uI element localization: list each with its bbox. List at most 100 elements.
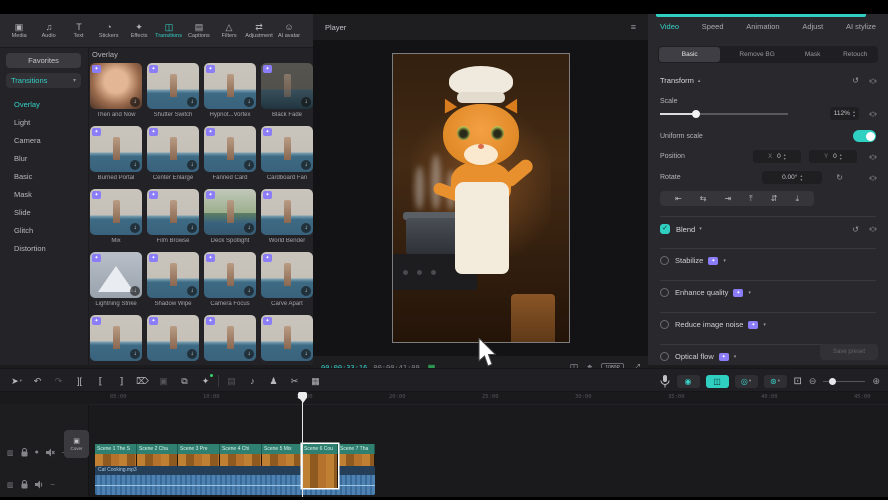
snapping[interactable]: ◎ ▾ [735, 375, 758, 388]
smart-edit[interactable]: ✦ ▾ [197, 372, 214, 390]
download-icon[interactable]: ↓ [187, 223, 197, 233]
timeline-clip-scene-6-cou[interactable]: Scene 6 Cou [302, 444, 338, 488]
save-preset-button[interactable]: Save preset [820, 344, 878, 360]
stepper[interactable]: ▴ ▾ [784, 153, 786, 160]
position-x-field[interactable]: X 0 ▴ ▾ [753, 150, 801, 163]
download-icon[interactable]: ↓ [130, 286, 140, 296]
audio-edit[interactable]: ♪ ▾ [244, 372, 261, 390]
align-bottom-icon[interactable]: ⤓ [795, 194, 799, 204]
transition-card-hypnot-vortex[interactable]: ✦ ↓ Hypnot...Vortex [204, 63, 256, 118]
timeline[interactable]: 05:0010:0015:0020:0025:0030:0035:0040:00… [0, 392, 888, 497]
timeline-zoom-slider[interactable] [823, 376, 865, 386]
sidebar-item-mask[interactable]: Mask [0, 186, 88, 204]
media-tab-media[interactable]: ▣ Media [4, 22, 34, 40]
mirror[interactable]: ⧉ ▾ [176, 372, 193, 390]
checkbox[interactable] [660, 288, 669, 297]
trim-right[interactable]: ⟧ ▾ [113, 372, 130, 390]
transition-card-burned-portal[interactable]: ✦ ↓ Burned Portal [90, 126, 142, 181]
transition-card-camera-focus[interactable]: ✦ ↓ Camera Focus [204, 252, 256, 307]
category-dropdown[interactable]: Transitions ▾ [6, 73, 81, 88]
magnet[interactable]: ◫ ▾ [706, 375, 729, 388]
chevron-down-icon[interactable]: ▾ [699, 226, 702, 232]
inspector-tab-adjust[interactable]: Adjust [802, 22, 823, 31]
align-right-icon[interactable]: ⇥ [724, 194, 731, 203]
keyframe-icon[interactable]: ‹◇› [869, 225, 876, 233]
transition-card-shutter-switch[interactable]: ✦ ↓ Shutter Switch [147, 63, 199, 118]
player-menu-icon[interactable]: ≡ [631, 22, 636, 32]
transition-card-fanned-card[interactable]: ✦ ↓ Fanned Card [204, 126, 256, 181]
download-icon[interactable]: ↓ [244, 160, 254, 170]
transition-card-film-browse[interactable]: ✦ ↓ Film Browse [147, 189, 199, 244]
transition-card-shadow-wipe[interactable]: ✦ ↓ Shadow Wipe [147, 252, 199, 307]
video-frame[interactable] [393, 54, 569, 342]
transition-card-center-enlarge[interactable]: ✦ ↓ Center Enlarge [147, 126, 199, 181]
transition-card-black-fade[interactable]: ✦ ↓ Black Fade [261, 63, 313, 118]
sidebar-item-basic[interactable]: Basic [0, 168, 88, 186]
download-icon[interactable]: ↓ [187, 97, 197, 107]
slider-knob[interactable] [829, 378, 836, 385]
chevron-down-icon[interactable]: ▾ [763, 322, 766, 328]
display-icon[interactable]: ⊡ [794, 376, 802, 387]
select-tool[interactable]: ➤ ▾ [8, 372, 25, 390]
download-icon[interactable]: ↓ [244, 349, 254, 359]
transition-card[interactable]: ✦ ↓ [90, 315, 142, 364]
transition-card[interactable]: ✦ ↓ [147, 315, 199, 364]
stepper-down-icon[interactable]: ▾ [800, 178, 802, 181]
scale-slider[interactable] [660, 109, 788, 119]
inspector-subtab-retouch[interactable]: Retouch [833, 47, 877, 62]
keyframe-icon[interactable]: ‹◇› [869, 153, 876, 161]
transition-card-mix[interactable]: ✦ ↓ Mix [90, 189, 142, 244]
download-icon[interactable]: ↓ [244, 286, 254, 296]
stepper[interactable]: ▴ ▾ [800, 174, 802, 181]
download-icon[interactable]: ↓ [187, 286, 197, 296]
download-icon[interactable]: ↓ [301, 97, 311, 107]
transition-card-deck-spotlight[interactable]: ✦ ↓ Deck Spotlight [204, 189, 256, 244]
transition-card-world-bender[interactable]: ✦ ↓ World Bender [261, 189, 313, 244]
stepper-down-icon[interactable]: ▾ [840, 157, 842, 160]
blend-checkbox[interactable]: ✓ [660, 224, 670, 234]
collapse-icon[interactable]: ▴ [698, 78, 701, 84]
stepper[interactable]: ▴ ▾ [840, 153, 842, 160]
chevron-down-icon[interactable]: ▾ [723, 258, 726, 264]
download-icon[interactable]: ↓ [130, 97, 140, 107]
stepper-down-icon[interactable]: ▾ [853, 114, 855, 117]
media-tab-audio[interactable]: ♫ Audio [34, 22, 64, 40]
chevron-down-icon[interactable]: ▾ [734, 354, 737, 360]
redo[interactable]: ↷ ▾ [50, 372, 67, 390]
inspector-subtab-remove-bg[interactable]: Remove BG [722, 47, 791, 62]
keyframe-icon[interactable]: ‹◇› [869, 110, 876, 118]
sidebar-item-light[interactable]: Light [0, 114, 88, 132]
cover-button[interactable]: ▣ Cover [64, 430, 89, 458]
transition-card-carve-apart[interactable]: ✦ ↓ Carve Apart [261, 252, 313, 307]
delete[interactable]: ⌦ ▾ [134, 372, 151, 390]
preview-axis[interactable]: ◉ ▾ [677, 375, 700, 388]
download-icon[interactable]: ↓ [130, 223, 140, 233]
favorites-button[interactable]: Favorites [6, 53, 81, 68]
download-icon[interactable]: ↓ [187, 349, 197, 359]
sidebar-item-slide[interactable]: Slide [0, 204, 88, 222]
transition-card[interactable]: ✦ ↓ [261, 315, 313, 364]
download-icon[interactable]: ↓ [187, 160, 197, 170]
rotate-icon[interactable]: ↻ [836, 173, 843, 182]
download-icon[interactable]: ↓ [301, 349, 311, 359]
sidebar-item-glitch[interactable]: Glitch [0, 222, 88, 240]
flip-vertical-icon[interactable]: ⇵ [771, 194, 778, 203]
download-icon[interactable]: ↓ [130, 160, 140, 170]
rotate-value-field[interactable]: 0.00° ▴ ▾ [762, 171, 822, 184]
microphone-icon[interactable] [660, 375, 670, 388]
trim-left[interactable]: ⟦ ▾ [92, 372, 109, 390]
flip-horizontal-icon[interactable]: ⇆ [700, 194, 707, 203]
preview-canvas[interactable] [313, 40, 648, 356]
align-left-icon[interactable]: ⇤ [675, 194, 682, 203]
download-icon[interactable]: ↓ [130, 349, 140, 359]
sidebar-item-camera[interactable]: Camera [0, 132, 88, 150]
stepper[interactable]: ▴ ▾ [853, 110, 855, 117]
transition-card-cardboard-fan[interactable]: ✦ ↓ Cardboard Fan [261, 126, 313, 181]
sidebar-item-overlay[interactable]: Overlay [0, 96, 88, 114]
speaker-detach[interactable]: ♟ ▾ [265, 372, 282, 390]
inspector-tab-ai-stylize[interactable]: AI stylize [846, 22, 876, 31]
freeze-frame[interactable]: ▣ ▾ [155, 372, 172, 390]
transition-card-then-and-now[interactable]: ✦ ↓ Then and Now [90, 63, 142, 118]
checkbox[interactable] [660, 352, 669, 361]
keyframe-icon[interactable]: ‹◇› [869, 77, 876, 85]
